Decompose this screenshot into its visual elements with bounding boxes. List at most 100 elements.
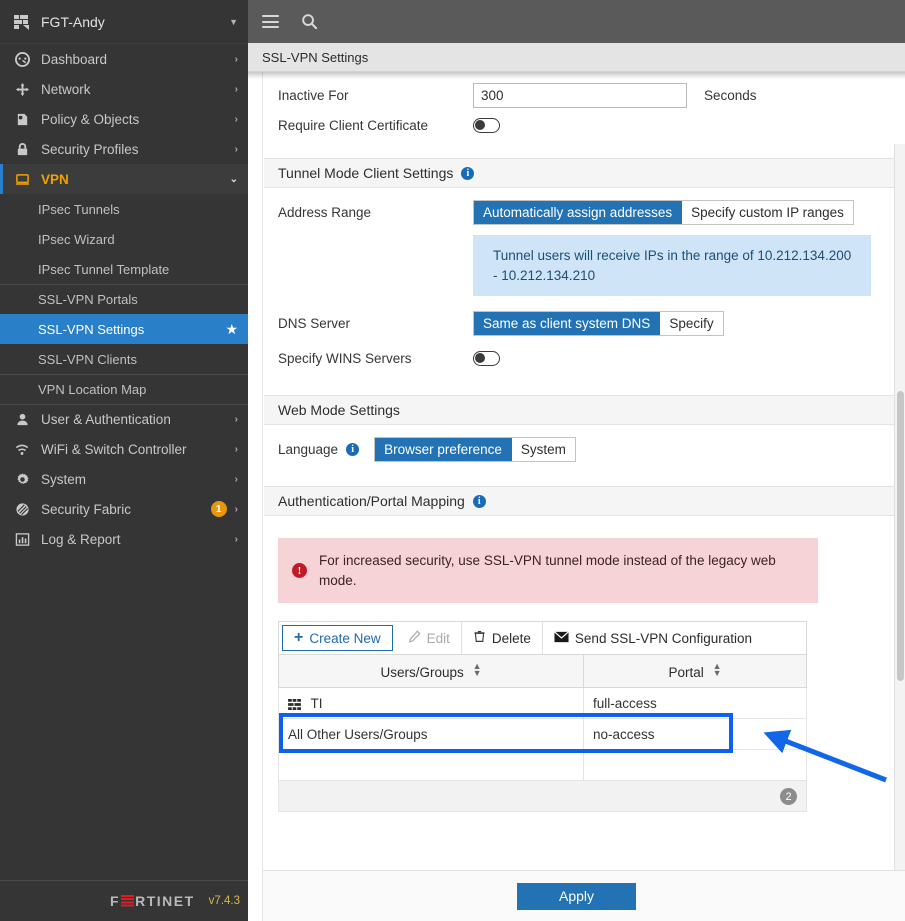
address-range-option-custom[interactable]: Specify custom IP ranges <box>682 200 853 224</box>
cell-text: TI <box>310 695 323 711</box>
dns-server-option-specify[interactable]: Specify <box>660 311 723 335</box>
dns-server-option-same[interactable]: Same as client system DNS <box>474 311 661 335</box>
fortinet-o-glyph <box>121 895 134 908</box>
inactive-for-row: Inactive For Seconds <box>264 80 895 110</box>
favorite-star-icon[interactable]: ★ <box>225 321 238 338</box>
row-count-cell: 2 <box>278 780 807 813</box>
monitor-icon <box>12 171 32 187</box>
dashboard-icon <box>12 51 32 67</box>
sort-icon[interactable]: ▲ ▼ <box>473 661 482 677</box>
hamburger-icon[interactable] <box>262 15 279 28</box>
dns-server-segmented-control: Same as client system DNS Specify <box>473 310 724 336</box>
create-new-button[interactable]: + Create New <box>282 625 393 652</box>
network-icon <box>12 81 32 97</box>
version-label: v7.4.3 <box>208 895 240 907</box>
inactive-for-input[interactable] <box>473 82 687 108</box>
cell-portal: full-access <box>583 687 807 720</box>
sidebar-item-sslvpn-portals[interactable]: SSL-VPN Portals <box>0 284 248 314</box>
sidebar-item-system[interactable]: System › <box>0 464 248 494</box>
specify-wins-servers-toggle[interactable] <box>473 350 500 366</box>
sidebar-item-sslvpn-settings[interactable]: SSL-VPN Settings ★ <box>0 314 248 344</box>
sidebar-item-dashboard[interactable]: Dashboard › <box>0 44 248 74</box>
sidebar-item-sslvpn-clients[interactable]: SSL-VPN Clients <box>0 344 248 374</box>
warning-text: For increased security, use SSL-VPN tunn… <box>319 553 776 588</box>
column-header-portal[interactable]: Portal ▲ ▼ <box>583 654 807 689</box>
sidebar-item-ipsec-wizard[interactable]: IPsec Wizard <box>0 224 248 254</box>
brand-text-2: RTINET <box>135 893 195 909</box>
sidebar-item-vpn-location-map[interactable]: VPN Location Map <box>0 374 248 404</box>
settings-scroll-area[interactable]: Inactive For Seconds Require Client Cert… <box>248 72 905 921</box>
portal-mapping-table: Users/Groups ▲ ▼ Portal ▲ ▼ TI full-acce… <box>278 654 807 813</box>
language-label: Language <box>278 441 339 457</box>
send-sslvpn-configuration-button[interactable]: Send SSL-VPN Configuration <box>543 622 763 654</box>
section-title: Web Mode Settings <box>278 402 400 419</box>
language-option-system[interactable]: System <box>511 437 575 461</box>
left-gutter <box>248 72 263 921</box>
delete-button[interactable]: Delete <box>462 622 543 655</box>
inactive-for-unit: Seconds <box>704 87 757 103</box>
chevron-right-icon: › <box>234 533 238 545</box>
sidebar-subitem-label: IPsec Wizard <box>38 231 115 247</box>
edit-label: Edit <box>426 630 450 646</box>
require-client-certificate-label: Require Client Certificate <box>278 117 429 133</box>
sidebar-item-label: System <box>41 471 87 487</box>
sidebar-item-ipsec-tunnels[interactable]: IPsec Tunnels <box>0 194 248 224</box>
edit-button[interactable]: Edit <box>397 622 462 655</box>
sidebar-item-security-fabric[interactable]: Security Fabric 1 › <box>0 494 248 524</box>
table-row[interactable]: TI full-access <box>278 687 807 720</box>
column-label: Users/Groups <box>380 664 464 680</box>
brand-text-1: F <box>110 893 121 909</box>
sidebar-item-user-authentication[interactable]: User & Authentication › <box>0 404 248 434</box>
column-header-users-groups[interactable]: Users/Groups ▲ ▼ <box>278 654 584 689</box>
sidebar-item-label: Log & Report <box>41 531 121 547</box>
sidebar-item-wifi-switch-controller[interactable]: WiFi & Switch Controller › <box>0 434 248 464</box>
sidebar-item-vpn[interactable]: VPN ⌄ <box>0 164 248 194</box>
breadcrumb: SSL-VPN Settings <box>248 43 905 72</box>
section-tunnel-mode-client-settings: Tunnel Mode Client Settings i <box>264 158 895 188</box>
table-row[interactable]: All Other Users/Groups no-access <box>278 718 807 751</box>
require-client-certificate-toggle[interactable] <box>473 117 500 133</box>
device-icon <box>12 12 32 32</box>
sidebar-subitem-label: SSL-VPN Settings <box>38 321 145 337</box>
require-client-certificate-row: Require Client Certificate <box>264 110 895 140</box>
search-icon[interactable] <box>301 13 318 30</box>
sidebar-subitem-label: VPN Location Map <box>38 382 147 397</box>
info-icon[interactable]: i <box>461 166 475 180</box>
vertical-scrollbar[interactable] <box>894 144 905 870</box>
chevron-down-icon[interactable]: ▼ <box>229 17 238 27</box>
policy-icon <box>12 111 32 127</box>
send-config-label: Send SSL-VPN Configuration <box>574 630 753 646</box>
chevron-down-icon: ⌄ <box>229 173 238 185</box>
pencil-icon <box>408 630 421 646</box>
top-bar <box>248 0 905 43</box>
sidebar-item-network[interactable]: Network › <box>0 74 248 104</box>
sidebar-item-label: Security Fabric <box>41 501 132 517</box>
specify-wins-servers-row: Specify WINS Servers <box>264 343 895 373</box>
address-range-option-auto[interactable]: Automatically assign addresses <box>474 200 683 224</box>
page-title: SSL-VPN Settings <box>262 49 369 65</box>
device-selector[interactable]: FGT-Andy ▼ <box>0 0 248 44</box>
plus-icon: + <box>294 629 304 647</box>
inactive-for-label: Inactive For <box>278 87 349 103</box>
sidebar-item-label: User & Authentication <box>41 412 171 427</box>
sidebar: FGT-Andy ▼ Dashboard › Network › Policy … <box>0 0 248 921</box>
apply-button[interactable]: Apply <box>517 882 636 910</box>
cell-portal: no-access <box>583 718 807 751</box>
dns-server-label: DNS Server <box>278 315 351 331</box>
chevron-right-icon: › <box>234 473 238 485</box>
section-title: Tunnel Mode Client Settings <box>278 165 454 181</box>
sidebar-nav: Dashboard › Network › Policy & Objects › <box>0 44 248 880</box>
row-count-badge: 2 <box>780 788 797 805</box>
sidebar-item-ipsec-tunnel-template[interactable]: IPsec Tunnel Template <box>0 254 248 284</box>
language-option-browser[interactable]: Browser preference <box>375 437 512 461</box>
scrollbar-thumb[interactable] <box>897 390 904 682</box>
sort-icon[interactable]: ▲ ▼ <box>713 661 722 677</box>
sidebar-item-policy-objects[interactable]: Policy & Objects › <box>0 104 248 134</box>
wifi-icon <box>12 441 32 457</box>
info-icon[interactable]: i <box>346 442 360 456</box>
sidebar-item-log-report[interactable]: Log & Report › <box>0 524 248 554</box>
sidebar-item-security-profiles[interactable]: Security Profiles › <box>0 134 248 164</box>
info-icon[interactable]: i <box>472 494 486 508</box>
footer-action-bar: Apply <box>248 870 905 921</box>
sidebar-item-label: Security Profiles <box>41 141 139 157</box>
